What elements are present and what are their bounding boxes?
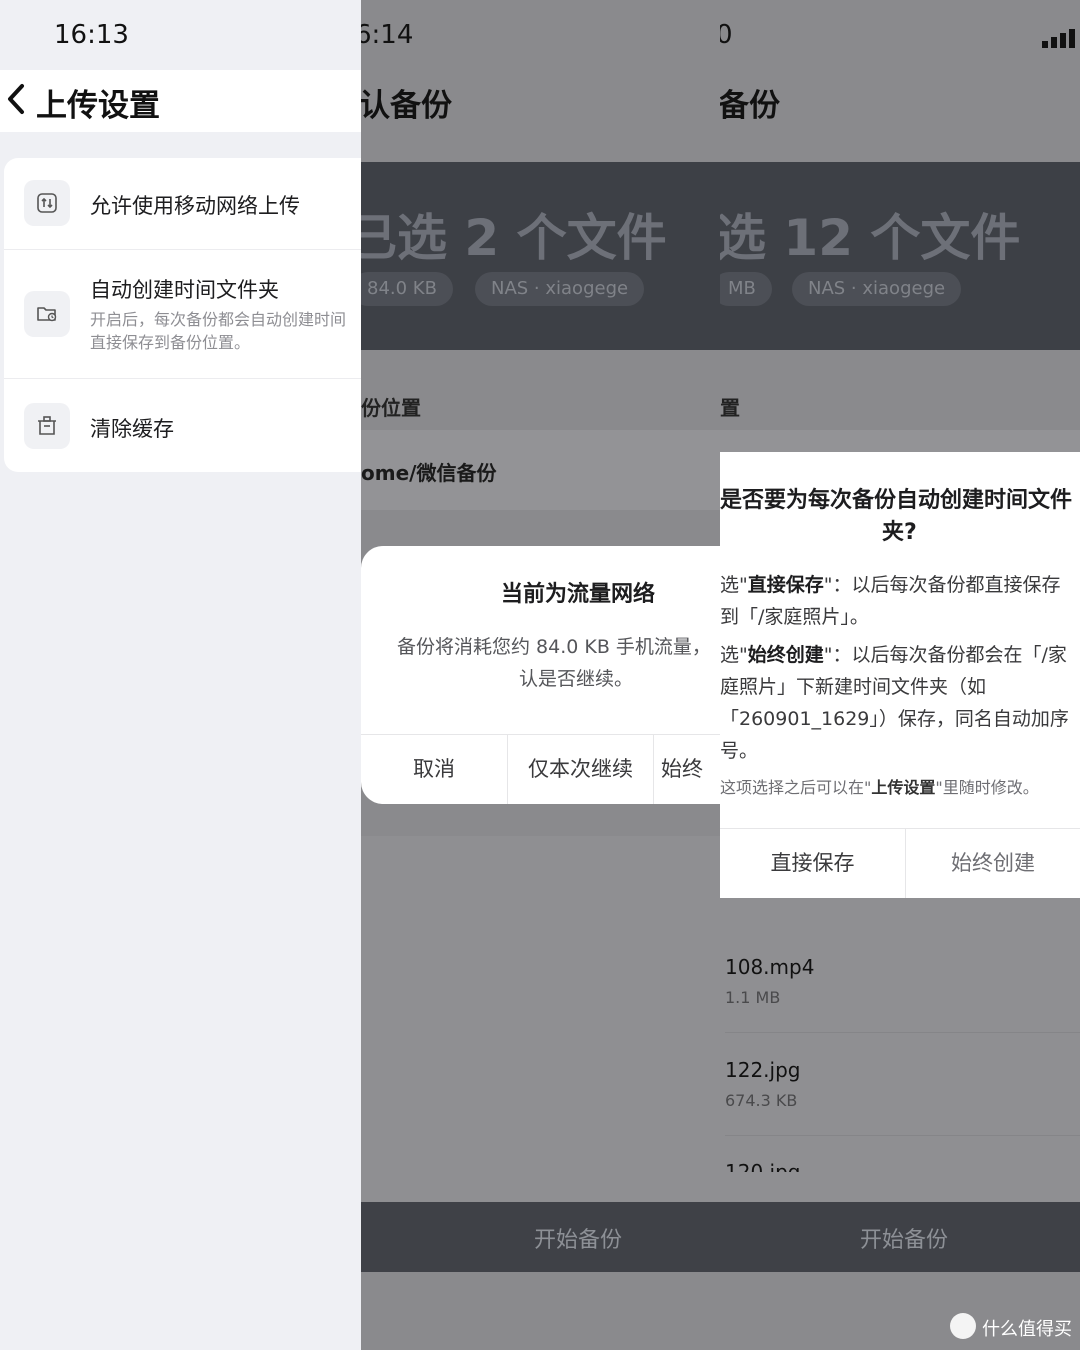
always-button[interactable]: 始终: [661, 734, 720, 804]
file-size: 674.3 KB: [725, 1091, 798, 1110]
dialog-message: 认是否继续。: [519, 668, 634, 690]
always-create-button[interactable]: 始终创建: [906, 828, 1080, 898]
cancel-button[interactable]: 取消: [361, 734, 507, 804]
dialog-title: 是否要为每次备份自动创建时间文件: [720, 488, 1073, 513]
location-label: 置: [720, 396, 740, 420]
settings-card: 允许使用移动网络上传 自动创建时间文件夹 开启后，每次备份都会自动创建时间 直接…: [4, 158, 361, 472]
watermark-logo-icon: [950, 1313, 976, 1339]
back-chevron-icon[interactable]: [6, 82, 26, 116]
selected-count: 已选 2 个文件: [361, 209, 667, 267]
list-item[interactable]: 120.jpg: [720, 1160, 1080, 1172]
start-backup-label: 开始备份: [860, 1228, 949, 1253]
dialog-title: 夹?: [882, 520, 917, 545]
mobile-upload-icon: [24, 180, 70, 226]
divider: [725, 1032, 1080, 1033]
watermark-text: 什么值得买: [982, 1319, 1072, 1340]
page-title: 备份: [720, 88, 780, 124]
dialog-text: 选"始终创建"：以后每次备份都会在「/家: [720, 644, 1067, 666]
file-name: 108.mp4: [725, 955, 815, 979]
dialog-text: 到「/家庭照片」。: [720, 606, 869, 628]
dialog-text: 「260901_1629」）保存，同名自动加序: [720, 708, 1069, 730]
divider: [725, 1135, 1080, 1136]
dialog-note: 这项选择之后可以在"上传设置"里随时修改。: [720, 778, 1039, 797]
start-backup-label: 开始备份: [534, 1228, 623, 1253]
setting-label: 允许使用移动网络上传: [90, 194, 300, 218]
folder-time-icon: [24, 291, 70, 337]
status-time: 16:13: [54, 20, 129, 50]
dialog-message: 备份将消耗您约 84.0 KB 手机流量，: [397, 636, 711, 658]
trash-icon: [24, 403, 70, 449]
dialog-text: 庭照片」下新建时间文件夹（如: [720, 676, 987, 698]
size-chip: 84.0 KB: [361, 272, 453, 306]
setting-label: 清除缓存: [90, 417, 174, 441]
file-name: 122.jpg: [725, 1058, 801, 1082]
nas-chip: NAS · xiaogege: [475, 272, 645, 306]
nas-chip: NAS · xiaogege: [792, 272, 962, 306]
size-chip: MB: [720, 272, 772, 306]
divider: [4, 249, 361, 250]
status-time: 0: [720, 20, 733, 50]
page-title: 上传设置: [36, 88, 160, 124]
file-list: [720, 898, 1080, 1202]
confirm-backup-screen-2: 0 备份 选 12 个文件 MB NAS · xiaogege 置 108.mp…: [720, 0, 1080, 1350]
divider: [653, 734, 654, 804]
time-folder-dialog: 是否要为每次备份自动创建时间文件 夹? 选"直接保存"：以后每次备份都直接保存 …: [720, 452, 1080, 898]
continue-once-button[interactable]: 仅本次继续: [508, 734, 653, 804]
setting-description: 开启后，每次备份都会自动创建时间: [90, 310, 347, 329]
setting-label: 自动创建时间文件夹: [90, 278, 279, 302]
dialog-text: 号。: [720, 740, 759, 762]
selected-count: 选 12 个文件: [720, 209, 1021, 267]
status-time: 6:14: [361, 20, 414, 50]
dialog-text: 选"直接保存"：以后每次备份都直接保存: [720, 574, 1061, 596]
save-directly-button[interactable]: 直接保存: [720, 828, 905, 898]
dialog-title: 当前为流量网络: [501, 582, 656, 607]
location-path: ome/微信备份: [361, 461, 497, 485]
file-size: 1.1 MB: [725, 988, 781, 1007]
confirm-backup-screen-1: 6:14 认备份 已选 2 个文件 84.0 KB NAS · xiaogege…: [361, 0, 720, 1350]
divider: [4, 378, 361, 379]
setting-description: 直接保存到备份位置。: [90, 333, 251, 352]
location-label: 份位置: [361, 396, 421, 420]
signal-icon: [1042, 29, 1075, 48]
mobile-data-dialog: 当前为流量网络 备份将消耗您约 84.0 KB 手机流量， 认是否继续。 取消 …: [361, 546, 720, 804]
page-title: 认备份: [361, 88, 452, 124]
upload-settings-screen: 16:13 上传设置 允许使用移动网络上传 自动创建时间文件夹 开启后，每次备份…: [0, 0, 361, 1350]
file-name: 120.jpg: [725, 1160, 801, 1172]
file-list: [361, 836, 720, 1202]
